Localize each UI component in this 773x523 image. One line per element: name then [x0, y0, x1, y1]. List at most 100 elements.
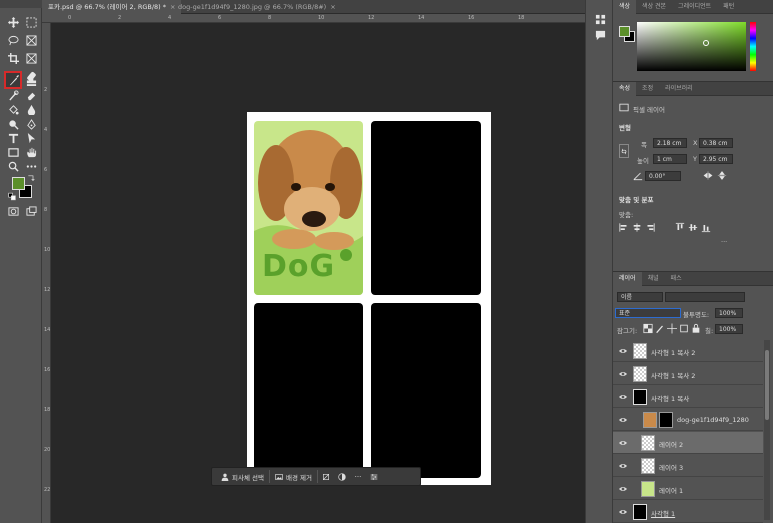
color-picker-cursor[interactable]	[703, 40, 709, 46]
adjustment-icon[interactable]	[334, 470, 350, 483]
align-center-h-icon[interactable]	[632, 222, 642, 232]
tab-patterns[interactable]: 패턴	[717, 0, 740, 14]
eye-icon[interactable]	[619, 485, 627, 493]
height-field[interactable]: 1 cm	[653, 154, 687, 164]
align-left-icon[interactable]	[619, 222, 629, 232]
hand-tool-icon[interactable]	[24, 145, 38, 159]
history-panel-icon[interactable]	[593, 12, 607, 26]
eye-icon[interactable]	[619, 370, 627, 378]
y-field[interactable]: 2.95 cm	[699, 154, 733, 164]
lock-pixels-icon[interactable]	[655, 323, 665, 333]
layer-row[interactable]: 사각형 1 복사	[613, 386, 763, 408]
blend-mode-select[interactable]: 표준	[615, 308, 681, 318]
layer-row[interactable]: 사각형 1 복사 2	[613, 340, 763, 362]
foreground-color-swatch[interactable]	[12, 177, 25, 190]
tab-adjustments[interactable]: 조정	[636, 82, 659, 96]
layer-row-selected[interactable]: 레이어 2	[613, 432, 763, 454]
link-icon[interactable]	[619, 144, 629, 158]
eye-icon[interactable]	[619, 416, 627, 424]
layer-row[interactable]: dog-ge1f1d94f9_1280	[613, 409, 763, 431]
horizontal-ruler[interactable]: 0 2 4 6 8 10 12 14 16 18	[42, 14, 585, 23]
photo-slot-4[interactable]	[371, 303, 481, 478]
screen-mode-icon[interactable]	[24, 204, 38, 218]
crop-tool-icon[interactable]	[6, 51, 20, 65]
align-top-icon[interactable]	[675, 222, 685, 232]
layer-row[interactable]: 사각형 1	[613, 501, 763, 523]
zoom-tool-icon[interactable]	[6, 159, 20, 173]
object-selection-icon[interactable]	[24, 33, 38, 47]
remove-background-button[interactable]: 배경 제거	[270, 470, 318, 483]
align-bottom-icon[interactable]	[701, 222, 711, 232]
settings-sliders-icon[interactable]	[366, 470, 382, 483]
lock-transparent-icon[interactable]	[643, 323, 653, 333]
close-tab-icon[interactable]: ×	[330, 3, 335, 11]
tab-paths[interactable]: 패스	[665, 272, 688, 286]
tab-channels[interactable]: 채널	[642, 272, 665, 286]
frame-tool-icon[interactable]	[24, 51, 38, 65]
brush-tool-icon[interactable]	[4, 71, 22, 89]
flip-vertical-icon[interactable]	[717, 170, 727, 180]
vertical-ruler[interactable]: 2 4 6 8 10 12 14 16 18 20 22	[42, 23, 51, 523]
history-brush-icon[interactable]	[6, 88, 20, 102]
comments-panel-icon[interactable]	[593, 28, 607, 42]
tab-gradients[interactable]: 그레이디언트	[672, 0, 717, 14]
flip-horizontal-icon[interactable]	[703, 170, 713, 180]
paint-bucket-icon[interactable]	[6, 102, 20, 116]
tab-dog-document[interactable]: dog-ge1f1d94f9_1280.jpg @ 66.7% (RGB/8#)…	[172, 0, 342, 14]
tab-layers[interactable]: 레이어	[613, 271, 642, 286]
eye-icon[interactable]	[619, 462, 627, 470]
width-field[interactable]: 2.18 cm	[653, 138, 687, 148]
blur-tool-icon[interactable]	[24, 102, 38, 116]
hue-slider[interactable]	[750, 22, 756, 71]
fill-field[interactable]: 100%	[715, 324, 743, 334]
align-right-icon[interactable]	[645, 222, 655, 232]
eye-icon[interactable]	[619, 439, 627, 447]
more-options-button[interactable]: ···	[350, 470, 366, 483]
eye-icon[interactable]	[619, 508, 627, 516]
eraser-tool-icon[interactable]	[24, 88, 38, 102]
tab-swatches[interactable]: 색상 견본	[636, 0, 672, 14]
x-field[interactable]: 0.38 cm	[699, 138, 733, 148]
layer-mask-thumbnail[interactable]	[659, 412, 673, 428]
select-subject-button[interactable]: 피사체 선택	[216, 470, 270, 483]
more-tools-icon[interactable]	[24, 159, 38, 173]
type-tool-icon[interactable]	[6, 131, 20, 145]
lock-all-icon[interactable]	[691, 323, 701, 333]
color-field[interactable]	[637, 22, 746, 71]
rectangle-tool-icon[interactable]	[6, 145, 20, 159]
properties-more-button[interactable]: ···	[721, 238, 727, 246]
layer-filter-select[interactable]: 이름	[617, 292, 663, 302]
pen-tool-icon[interactable]	[24, 117, 38, 131]
swap-colors-icon[interactable]	[27, 174, 35, 182]
default-colors-icon[interactable]	[8, 192, 16, 200]
path-selection-icon[interactable]	[24, 131, 38, 145]
document-canvas[interactable]: DoG	[247, 112, 491, 485]
move-tool-icon[interactable]	[6, 15, 20, 29]
lasso-tool-icon[interactable]	[6, 33, 20, 47]
opacity-field[interactable]: 100%	[715, 308, 743, 318]
align-middle-v-icon[interactable]	[688, 222, 698, 232]
stamp-tool-icon[interactable]	[24, 73, 38, 87]
tab-color[interactable]: 색상	[613, 0, 637, 14]
tab-properties[interactable]: 속성	[613, 81, 637, 96]
dog-photo-card[interactable]: DoG	[254, 121, 363, 295]
layer-row[interactable]: 레이어 1	[613, 478, 763, 500]
layers-scroll-thumb[interactable]	[765, 350, 769, 420]
eye-icon[interactable]	[619, 347, 627, 355]
transform-section-title[interactable]: 변형	[619, 122, 631, 132]
align-section-title[interactable]: 맞춤 및 분포	[619, 194, 653, 204]
tab-libraries[interactable]: 라이브러리	[659, 82, 699, 96]
canvas-area[interactable]: DoG	[51, 23, 585, 523]
layer-row[interactable]: 레이어 3	[613, 455, 763, 477]
layer-row[interactable]: 사각형 1 복사 2	[613, 363, 763, 385]
marquee-tool-icon[interactable]	[24, 15, 38, 29]
dodge-tool-icon[interactable]	[6, 117, 20, 131]
eye-icon[interactable]	[619, 393, 627, 401]
toolbar-grip[interactable]	[0, 0, 42, 8]
quick-mask-icon[interactable]	[6, 204, 20, 218]
photo-slot-2[interactable]	[371, 121, 481, 295]
layer-search-field[interactable]	[665, 292, 745, 302]
transform-icon[interactable]	[318, 470, 334, 483]
angle-field[interactable]: 0.00°	[645, 171, 681, 181]
panel-foreground-swatch[interactable]	[619, 26, 630, 37]
